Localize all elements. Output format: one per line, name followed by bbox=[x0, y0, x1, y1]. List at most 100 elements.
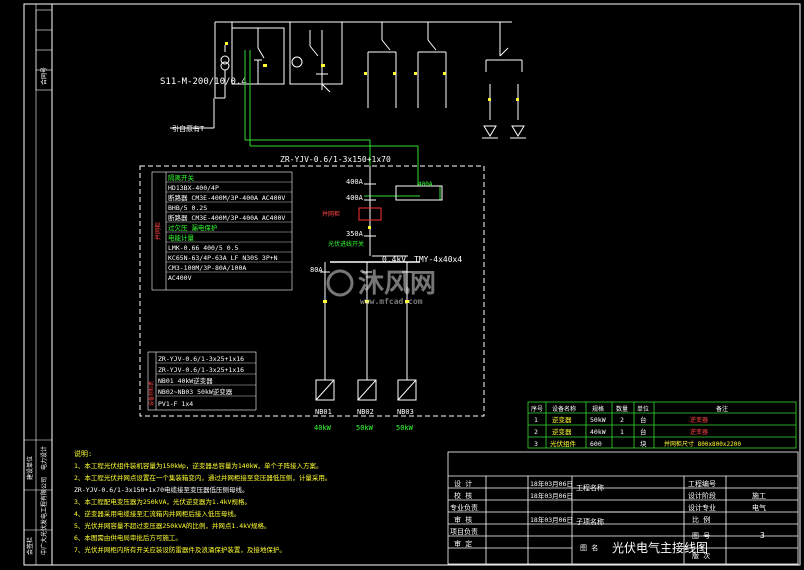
td-0-5: 逆变器 bbox=[690, 416, 708, 424]
td-0-2: 50kW bbox=[590, 416, 606, 424]
td-1-1: 逆变器 bbox=[552, 427, 572, 436]
td-1-5: 逆变器 bbox=[690, 428, 708, 436]
equipment-table-text: 序号 设备名称 规格 数量 单位 备注 1 逆变器 50kW 2 台 逆变器 2… bbox=[531, 405, 741, 448]
note-6: 5、光伏并网容量不超过变压器250kVA的比例，并网点1.4kV规格。 bbox=[74, 521, 270, 530]
note-7: 6、本图需由供电局审批后方可施工。 bbox=[74, 533, 182, 542]
tb-project-no: 工程编号 bbox=[688, 479, 716, 488]
arrester-icon bbox=[483, 125, 497, 137]
td-2-0: 3 bbox=[534, 440, 538, 448]
legend-item-7: LMK-0.66 400/5 0.5 bbox=[168, 244, 239, 252]
legend-side-label: 并网柜 bbox=[154, 222, 162, 240]
td-1-3: 1 bbox=[620, 428, 624, 436]
tb-audit: 审 核 bbox=[454, 515, 472, 524]
note-0: 说明: bbox=[74, 449, 92, 458]
tb-review: 专业负责 bbox=[450, 503, 478, 512]
inverter-group bbox=[315, 379, 417, 401]
tb-design: 设 计 bbox=[454, 479, 472, 488]
b400a-note: 400A bbox=[418, 181, 433, 188]
td-0-4: 台 bbox=[640, 415, 647, 424]
single-line-diagram: 会签栏 中广大光伏发电工程有限公司 建设单位 电力设计 合同号 S11-M-20… bbox=[23, 3, 801, 566]
tb-drawing-no: 图 号 bbox=[692, 532, 710, 540]
th-3: 数量 bbox=[616, 405, 628, 413]
note-3: ZR-YJV-0.6/1-3x150+1x70电缆接至变压器低压侧母线。 bbox=[74, 485, 249, 494]
tb-drawing-no-value: 3 bbox=[760, 531, 765, 540]
cable-item-1: ZR-YJV-0.6/1-3x25+1x16 bbox=[158, 366, 244, 374]
inverter-power-2: 50kW bbox=[356, 424, 374, 432]
legend-item-8: KC65N-63/4P-63A LF N30S 3P+N bbox=[168, 254, 278, 262]
b80a: 80A bbox=[310, 266, 323, 274]
tb-manager: 项目负责 bbox=[450, 527, 478, 536]
b350a: 350A bbox=[346, 230, 364, 238]
inverter-label-3: NB03 bbox=[397, 408, 414, 416]
tb-specialty-value: 电气 bbox=[752, 503, 766, 512]
cable-item-3: NB02~NB03 50kW逆变器 bbox=[158, 387, 233, 396]
left-strip-5: 合同号 bbox=[40, 67, 48, 85]
tb-stage: 设计阶段 bbox=[688, 491, 716, 500]
note-5: 4、逆变器采用电缆接至汇流箱内并网柜后接入低压母线。 bbox=[74, 509, 240, 518]
tb-specialty: 设计专业 bbox=[688, 503, 716, 512]
watermark: 沐风网 www.mfcad.com bbox=[326, 269, 436, 306]
watermark-text: 沐风网 bbox=[358, 269, 436, 299]
bus-label: 0.4kV bbox=[382, 255, 406, 264]
td-1-0: 2 bbox=[534, 428, 538, 436]
inverter-label-2: NB02 bbox=[357, 408, 374, 416]
note-2: 2、本工程光伏并网点设置在一个集装箱变内，通过并网柜接至变压器低压侧，计量采用。 bbox=[74, 473, 331, 482]
th-2: 规格 bbox=[592, 405, 604, 413]
tb-approve: 审 定 bbox=[454, 539, 472, 548]
legend-item-0: 隔离开关 bbox=[168, 173, 195, 182]
b400a-1: 400A bbox=[346, 178, 364, 186]
incoming-label: 引自原有T bbox=[172, 124, 205, 133]
cable-item-4: PV1-F 1x4 bbox=[158, 400, 193, 408]
th-4: 单位 bbox=[637, 405, 649, 413]
left-strip-2: 中广大光伏发电工程有限公司 bbox=[40, 477, 48, 555]
tb-check: 校 核 bbox=[454, 491, 472, 500]
td-1-2: 40kW bbox=[590, 428, 606, 436]
th-5: 备注 bbox=[716, 405, 728, 413]
left-strip-3: 建设单位 bbox=[26, 456, 34, 480]
legend-item-6: 电能计量 bbox=[168, 233, 195, 242]
note-1: 1、本工程光伏组件装机容量为150kWp，逆变器总容量为140kW，单个子阵接入… bbox=[74, 461, 322, 470]
cable-item-0: ZR-YJV-0.6/1-3x25+1x16 bbox=[158, 355, 244, 363]
switch-note: 光伏进线开关 bbox=[328, 240, 364, 248]
meter-icon bbox=[291, 56, 303, 68]
transformer-label: S11-M-200/10/0.4 bbox=[160, 77, 247, 87]
cable-top-label: ZR-YJV-0.6/1-3x150+1x70 bbox=[280, 155, 391, 164]
tb-date-2: 18年03月06日 bbox=[530, 491, 573, 500]
legend-item-3: BHB/5 0.2S bbox=[168, 204, 207, 212]
tb-drawing-name-label: 图 名 bbox=[580, 543, 598, 552]
inverter-label-1: NB01 bbox=[315, 408, 332, 416]
th-1: 设备名称 bbox=[552, 405, 576, 413]
td-0-0: 1 bbox=[534, 416, 538, 424]
note-4: 3、本工程配电变压器为250kVA，光伏逆变器为1.4kV规格。 bbox=[74, 497, 251, 506]
tb-subitem: 子项名称 bbox=[576, 517, 604, 526]
hv-markers bbox=[225, 42, 519, 101]
left-strip-1: 会签栏 bbox=[26, 537, 34, 555]
watermark-logo-icon bbox=[326, 269, 354, 297]
cable-spec-side: 设备材料表 bbox=[148, 381, 155, 406]
note-8: 7、光伏并网柜内所有开关应装设防雷器件及浪涌保护装置，及接地保护。 bbox=[74, 545, 286, 554]
td-2-2: 600 bbox=[590, 440, 602, 448]
bus-spec: TMY-4x40x4 bbox=[414, 255, 462, 264]
watermark-url: www.mfcad.com bbox=[360, 297, 423, 306]
legend-item-4: 断路器 CM3E-400M/3P-400A AC400V bbox=[168, 213, 285, 222]
tb-version: 版 次 bbox=[692, 551, 710, 560]
legend-item-2: 断路器 CM3E-400M/3P-400A AC400V bbox=[168, 193, 285, 202]
b400a-2: 400A bbox=[346, 194, 364, 202]
tb-project-name: 工程名称 bbox=[576, 483, 604, 492]
left-strip-4: 电力设计 bbox=[40, 446, 48, 470]
th-0: 序号 bbox=[531, 405, 543, 413]
legend-item-10: AC400V bbox=[168, 274, 192, 282]
tb-date-3: 18年03月06日 bbox=[530, 515, 573, 524]
td-1-4: 台 bbox=[640, 427, 647, 436]
tb-scale: 比 例 bbox=[692, 515, 710, 524]
legend-item-5: 过欠压 漏电保护 bbox=[168, 223, 217, 232]
td-0-3: 2 bbox=[620, 416, 624, 424]
td-0-1: 逆变器 bbox=[552, 415, 572, 424]
td-2-5: 并网柜尺寸 800x800x2200 bbox=[664, 440, 741, 448]
legend-item-9: CM3-100M/3P-80A/100A bbox=[168, 264, 246, 272]
notes: 说明: 1、本工程光伏组件装机容量为150kWp，逆变器总容量为140kW，单个… bbox=[74, 449, 331, 554]
red-note: 并网柜 bbox=[322, 210, 340, 218]
td-2-1: 光伏组件 bbox=[550, 439, 577, 448]
td-2-4: 块 bbox=[640, 439, 647, 448]
legend-item-1: HD13BX-400/4P bbox=[168, 184, 219, 192]
